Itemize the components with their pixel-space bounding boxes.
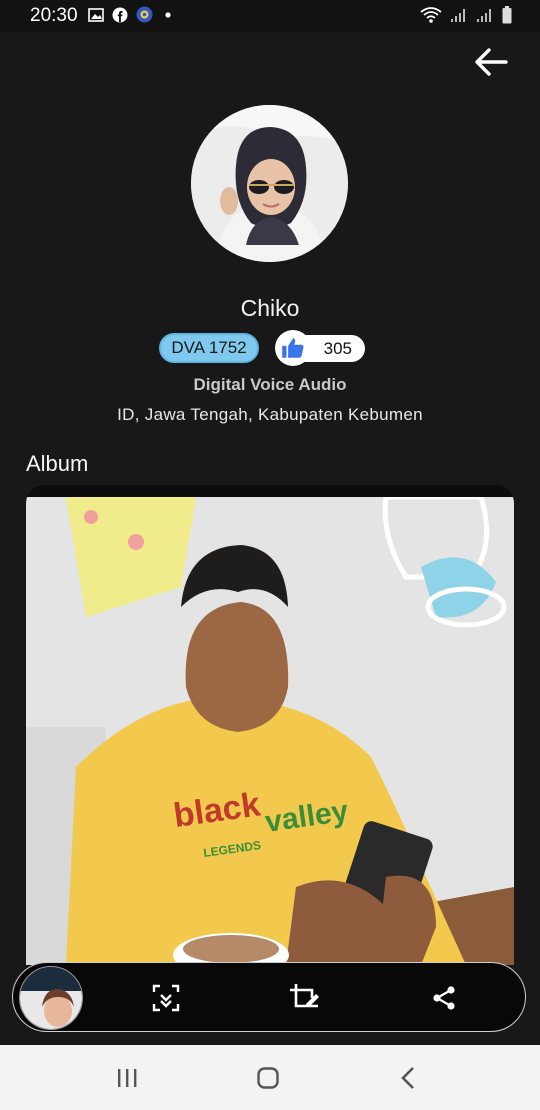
album-photo: black valley LEGENDS: [26, 497, 514, 965]
arrow-left-icon: [475, 48, 508, 76]
signal-1-icon: [451, 9, 465, 22]
status-bar: 20:30: [0, 0, 540, 32]
member-id-badge: DVA 1752: [159, 333, 259, 363]
home-button[interactable]: [248, 1063, 288, 1093]
system-icons: [420, 6, 512, 24]
crop-edit-icon: [290, 984, 319, 1008]
thumbnail-preview[interactable]: [19, 966, 83, 1030]
thumbs-up-icon: [282, 338, 304, 358]
crop-edit-button[interactable]: [287, 981, 321, 1015]
navigation-bar: [0, 1045, 540, 1110]
chevron-left-icon: [401, 1067, 414, 1089]
thumbnail-image: [20, 967, 82, 1029]
wifi-icon: [420, 7, 442, 23]
scan-icon: [152, 984, 180, 1012]
signal-2-icon: [477, 9, 491, 22]
album-card[interactable]: black valley LEGENDS: [26, 485, 514, 965]
gallery-icon: [88, 7, 104, 22]
badge-row: DVA 1752 305: [0, 330, 540, 366]
organization-name: Digital Voice Audio: [193, 375, 347, 394]
album-heading: Album: [26, 451, 89, 476]
facebook-icon: [112, 7, 128, 22]
album-toolbar: [12, 962, 526, 1032]
profile-name: Chiko: [240, 295, 300, 321]
app-icon: [136, 6, 153, 23]
like-button[interactable]: [275, 330, 311, 366]
recent-apps-button[interactable]: [107, 1063, 147, 1093]
share-icon: [433, 986, 455, 1010]
dot-icon: [165, 11, 171, 18]
location-text: ID, Jawa Tengah, Kabupaten Kebumen: [117, 405, 423, 424]
battery-icon: [502, 6, 512, 24]
scan-button[interactable]: [149, 981, 183, 1015]
back-button[interactable]: [470, 44, 512, 80]
recent-apps-icon: [118, 1069, 137, 1087]
back-nav-button[interactable]: [388, 1063, 428, 1093]
notification-icons: [88, 6, 175, 23]
profile-avatar[interactable]: [191, 105, 348, 262]
status-time: 20:30: [30, 5, 78, 26]
share-button[interactable]: [427, 981, 461, 1015]
home-icon: [257, 1067, 279, 1089]
avatar-image: [191, 105, 348, 262]
